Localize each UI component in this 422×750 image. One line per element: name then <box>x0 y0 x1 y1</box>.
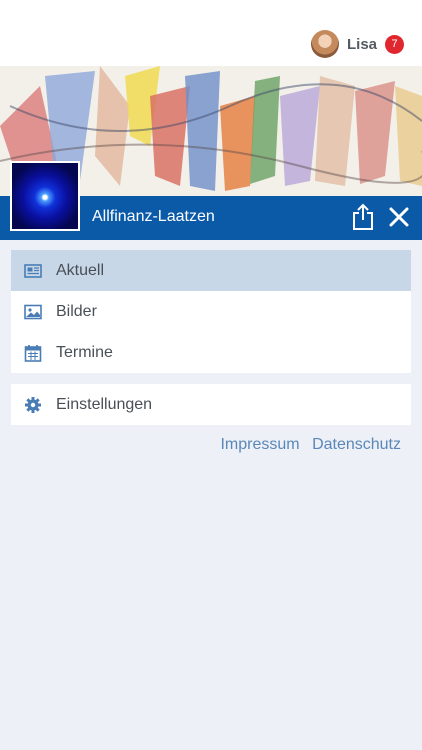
page-title: Allfinanz-Laatzen <box>92 208 215 225</box>
share-icon[interactable] <box>351 203 375 231</box>
notification-badge[interactable]: 7 <box>385 34 404 54</box>
menu-item-label: Aktuell <box>56 261 105 279</box>
menu-item-aktuell[interactable]: Aktuell <box>11 250 411 291</box>
datenschutz-link[interactable]: Datenschutz <box>312 436 401 453</box>
primary-menu: Aktuell Bilder Termine <box>11 250 411 373</box>
impressum-link[interactable]: Impressum <box>220 436 299 453</box>
top-bar: Lisa 7 <box>0 0 422 66</box>
user-menu[interactable]: Lisa 7 <box>310 28 404 60</box>
close-icon[interactable] <box>388 206 410 228</box>
user-name[interactable]: Lisa <box>347 36 377 53</box>
menu-item-label: Einstellungen <box>56 395 153 413</box>
calendar-icon <box>24 344 42 362</box>
footer-links: Impressum Datenschutz <box>212 436 401 454</box>
menu-item-label: Bilder <box>56 302 97 320</box>
menu-item-termine[interactable]: Termine <box>11 332 411 373</box>
menu-item-bilder[interactable]: Bilder <box>11 291 411 332</box>
brand-logo <box>10 161 80 231</box>
gear-icon <box>25 396 41 413</box>
image-icon <box>24 304 42 319</box>
menu-item-label: Termine <box>56 343 113 361</box>
newspaper-icon <box>24 263 42 278</box>
secondary-menu: Einstellungen <box>11 384 411 425</box>
menu-item-einstellungen[interactable]: Einstellungen <box>11 384 411 425</box>
user-avatar[interactable] <box>310 30 339 58</box>
